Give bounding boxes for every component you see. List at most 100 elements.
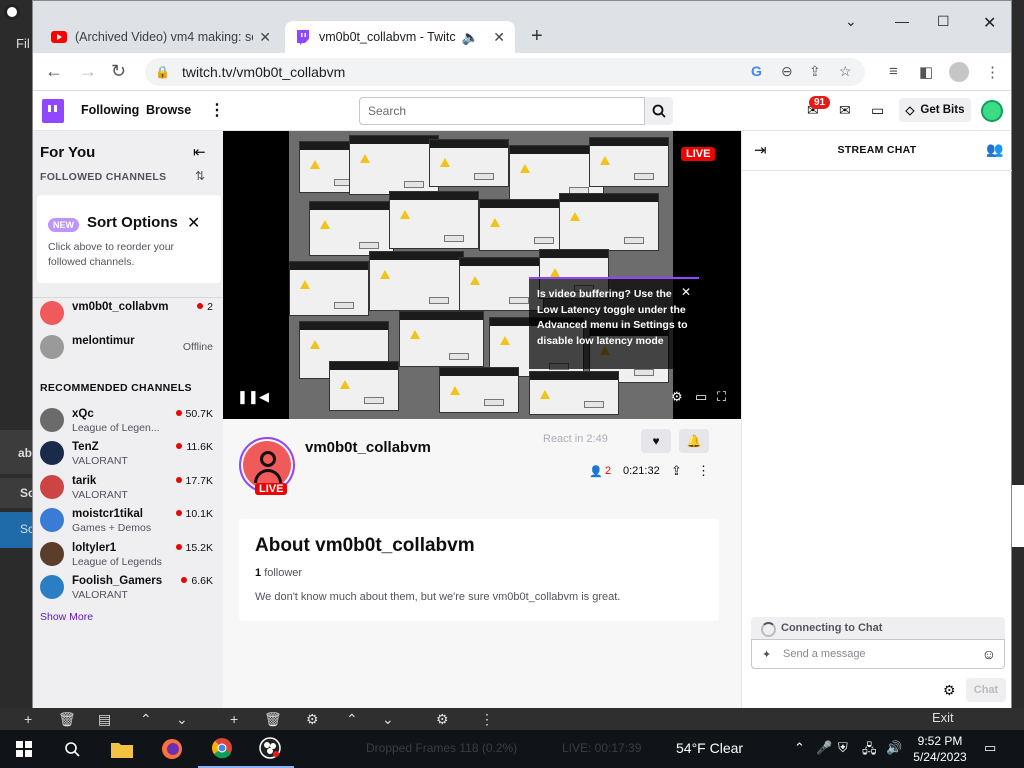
forward-icon[interactable]: → bbox=[79, 61, 97, 82]
chat-settings-icon[interactable]: ⚙ bbox=[943, 682, 956, 699]
community-icon[interactable]: 👥 bbox=[986, 141, 1003, 158]
channel-name-heading[interactable]: vm0b0t_collabvm bbox=[305, 439, 431, 456]
share-icon[interactable]: ⇪ bbox=[671, 463, 682, 479]
followed-channel-item[interactable]: vm0b0t_collabvm 2 bbox=[33, 297, 223, 329]
nav-following[interactable]: Following bbox=[81, 103, 139, 117]
recommended-channel-item[interactable]: xQc League of Legen... 50.7K bbox=[33, 404, 223, 436]
system-clock[interactable]: 9:52 PM 5/24/2023 bbox=[908, 733, 972, 765]
move-down-icon[interactable]: ⌄ bbox=[176, 711, 188, 728]
search-icon[interactable] bbox=[48, 730, 96, 768]
fullscreen-icon[interactable]: ⛶ bbox=[717, 389, 726, 405]
whispers-icon[interactable]: ▭ bbox=[871, 102, 884, 119]
close-tab-icon[interactable]: ✕ bbox=[493, 29, 505, 46]
more-options-icon[interactable]: ⋮ bbox=[697, 463, 710, 479]
recommended-channel-item[interactable]: loltyler1 League of Legends 15.2K bbox=[33, 538, 223, 570]
warning-icon bbox=[440, 158, 450, 167]
theatre-mode-icon[interactable]: ▭ bbox=[695, 389, 707, 405]
reload-icon[interactable]: ↻ bbox=[111, 61, 126, 82]
speaker-icon[interactable]: 🔈 bbox=[462, 29, 479, 46]
followed-channel-item[interactable]: melontimur Offline bbox=[33, 331, 223, 363]
gear-icon[interactable]: ⚙ bbox=[436, 711, 449, 728]
close-icon[interactable]: ✕ bbox=[187, 213, 200, 233]
recommended-channel-item[interactable]: Foolish_Gamers VALORANT 6.6K bbox=[33, 571, 223, 603]
google-translate-icon[interactable]: G bbox=[751, 63, 762, 79]
volume-icon[interactable]: 🔊 bbox=[886, 740, 902, 756]
tab-search-chevron-icon[interactable]: ⌄ bbox=[845, 13, 857, 30]
address-bar[interactable]: 🔒 twitch.tv/vm0b0t_collabvm G ⊖ ⇪ ☆ bbox=[145, 58, 865, 86]
back-icon[interactable]: ← bbox=[45, 61, 63, 82]
profile-avatar[interactable] bbox=[949, 62, 969, 82]
search-button[interactable] bbox=[645, 97, 673, 125]
minimize-icon[interactable]: — bbox=[895, 13, 909, 29]
video-player[interactable]: LIVE Is video buffering? Use the Low Lat… bbox=[223, 131, 741, 419]
dialog-titlebar bbox=[310, 202, 393, 210]
search-input[interactable]: Search bbox=[359, 97, 645, 125]
warning-icon bbox=[450, 386, 460, 395]
recommended-channel-item[interactable]: moistcr1tikal Games + Demos 10.1K bbox=[33, 504, 223, 536]
side-panel-icon[interactable]: ◧ bbox=[919, 63, 933, 81]
settings-icon[interactable]: ⚙ bbox=[671, 389, 683, 405]
add-icon[interactable]: + bbox=[24, 711, 32, 727]
remove-icon[interactable]: 🗑 bbox=[264, 711, 282, 728]
close-tooltip-icon[interactable]: ✕ bbox=[681, 285, 691, 301]
gear-icon[interactable]: ⚙ bbox=[306, 711, 319, 728]
obs-controls-bar: + 🗑 ▤ ⌃ ⌄ + 🗑 ⚙ ⌃ ⌄ ⚙ ⋮ Exit bbox=[0, 708, 1024, 730]
obs-icon[interactable] bbox=[246, 730, 294, 768]
volume-icon[interactable]: ◀ bbox=[259, 389, 269, 405]
inbox-icon[interactable]: ✉ bbox=[839, 102, 851, 119]
move-up-icon[interactable]: ⌃ bbox=[140, 711, 152, 728]
obs-exit-button[interactable]: Exit bbox=[932, 710, 954, 725]
close-window-icon[interactable]: ✕ bbox=[983, 13, 996, 33]
get-bits-button[interactable]: ◇ Get Bits bbox=[899, 98, 971, 122]
new-tab-icon[interactable]: + bbox=[531, 25, 543, 48]
collapse-sidebar-icon[interactable]: ⇤ bbox=[193, 143, 206, 161]
menu-kebab-icon[interactable]: ⋮ bbox=[985, 63, 1000, 81]
firefox-icon[interactable] bbox=[148, 730, 196, 768]
tray-chevron-icon[interactable]: ⌃ bbox=[794, 740, 805, 756]
tab-twitch[interactable]: vm0b0t_collabvm - Twitch 🔈 ✕ bbox=[285, 21, 515, 53]
more-kebab-icon[interactable]: ⋮ bbox=[209, 100, 225, 120]
follower-label: follower bbox=[264, 567, 303, 579]
follow-heart-button[interactable]: ♥ bbox=[641, 429, 671, 453]
network-icon[interactable]: 🖧 bbox=[862, 740, 877, 762]
channel-points-icon[interactable]: ✦ bbox=[762, 648, 771, 661]
recommended-channel-item[interactable]: tarik VALORANT 17.7K bbox=[33, 471, 223, 503]
chrome-icon[interactable] bbox=[198, 730, 246, 768]
chat-input[interactable]: ✦ Send a message ☺ bbox=[751, 639, 1005, 669]
security-icon[interactable]: ⛨ bbox=[838, 740, 848, 756]
move-up-icon[interactable]: ⌃ bbox=[346, 711, 358, 728]
microphone-icon[interactable]: 🎤 bbox=[816, 740, 832, 756]
filter-icon[interactable]: ▤ bbox=[98, 711, 111, 728]
remove-icon[interactable]: 🗑 bbox=[58, 711, 76, 728]
move-down-icon[interactable]: ⌄ bbox=[382, 711, 394, 728]
notify-bell-button[interactable]: 🔔 bbox=[679, 429, 709, 453]
pause-icon[interactable]: ❚❚ bbox=[237, 389, 259, 405]
search-placeholder: Search bbox=[368, 104, 407, 118]
about-title: About vm0b0t_collabvm bbox=[255, 535, 475, 556]
recommended-channel-item[interactable]: TenZ VALORANT 11.6K bbox=[33, 437, 223, 469]
show-more-link[interactable]: Show More bbox=[40, 611, 93, 623]
add-icon[interactable]: + bbox=[230, 711, 238, 727]
kebab-icon[interactable]: ⋮ bbox=[480, 711, 494, 728]
windows-start-icon[interactable] bbox=[0, 730, 48, 768]
media-control-icon[interactable]: ≡ bbox=[889, 63, 898, 80]
weather-widget[interactable]: 54°F Clear bbox=[676, 740, 743, 756]
channel-game: VALORANT bbox=[72, 455, 128, 467]
obs-file-menu[interactable]: Fil bbox=[16, 36, 30, 51]
emote-picker-icon[interactable]: ☺ bbox=[982, 646, 996, 662]
channel-avatar bbox=[40, 441, 64, 465]
bookmark-star-icon[interactable]: ☆ bbox=[839, 63, 852, 80]
share-icon[interactable]: ⇪ bbox=[809, 63, 821, 80]
file-explorer-icon[interactable] bbox=[98, 730, 146, 768]
zoom-icon[interactable]: ⊖ bbox=[781, 63, 793, 80]
viewer-count: 50.7K bbox=[176, 408, 213, 420]
user-avatar[interactable] bbox=[981, 100, 1003, 122]
twitch-logo-icon[interactable] bbox=[42, 99, 64, 123]
tab-youtube[interactable]: (Archived Video) vm4 making: so ✕ bbox=[41, 21, 281, 53]
notifications-icon[interactable]: ▭ bbox=[984, 740, 996, 756]
chat-send-button[interactable]: Chat bbox=[966, 678, 1006, 702]
maximize-icon[interactable]: ☐ bbox=[937, 13, 950, 30]
nav-browse[interactable]: Browse bbox=[146, 103, 191, 117]
sort-icon[interactable]: ⇅ bbox=[195, 169, 205, 183]
close-tab-icon[interactable]: ✕ bbox=[259, 29, 271, 46]
